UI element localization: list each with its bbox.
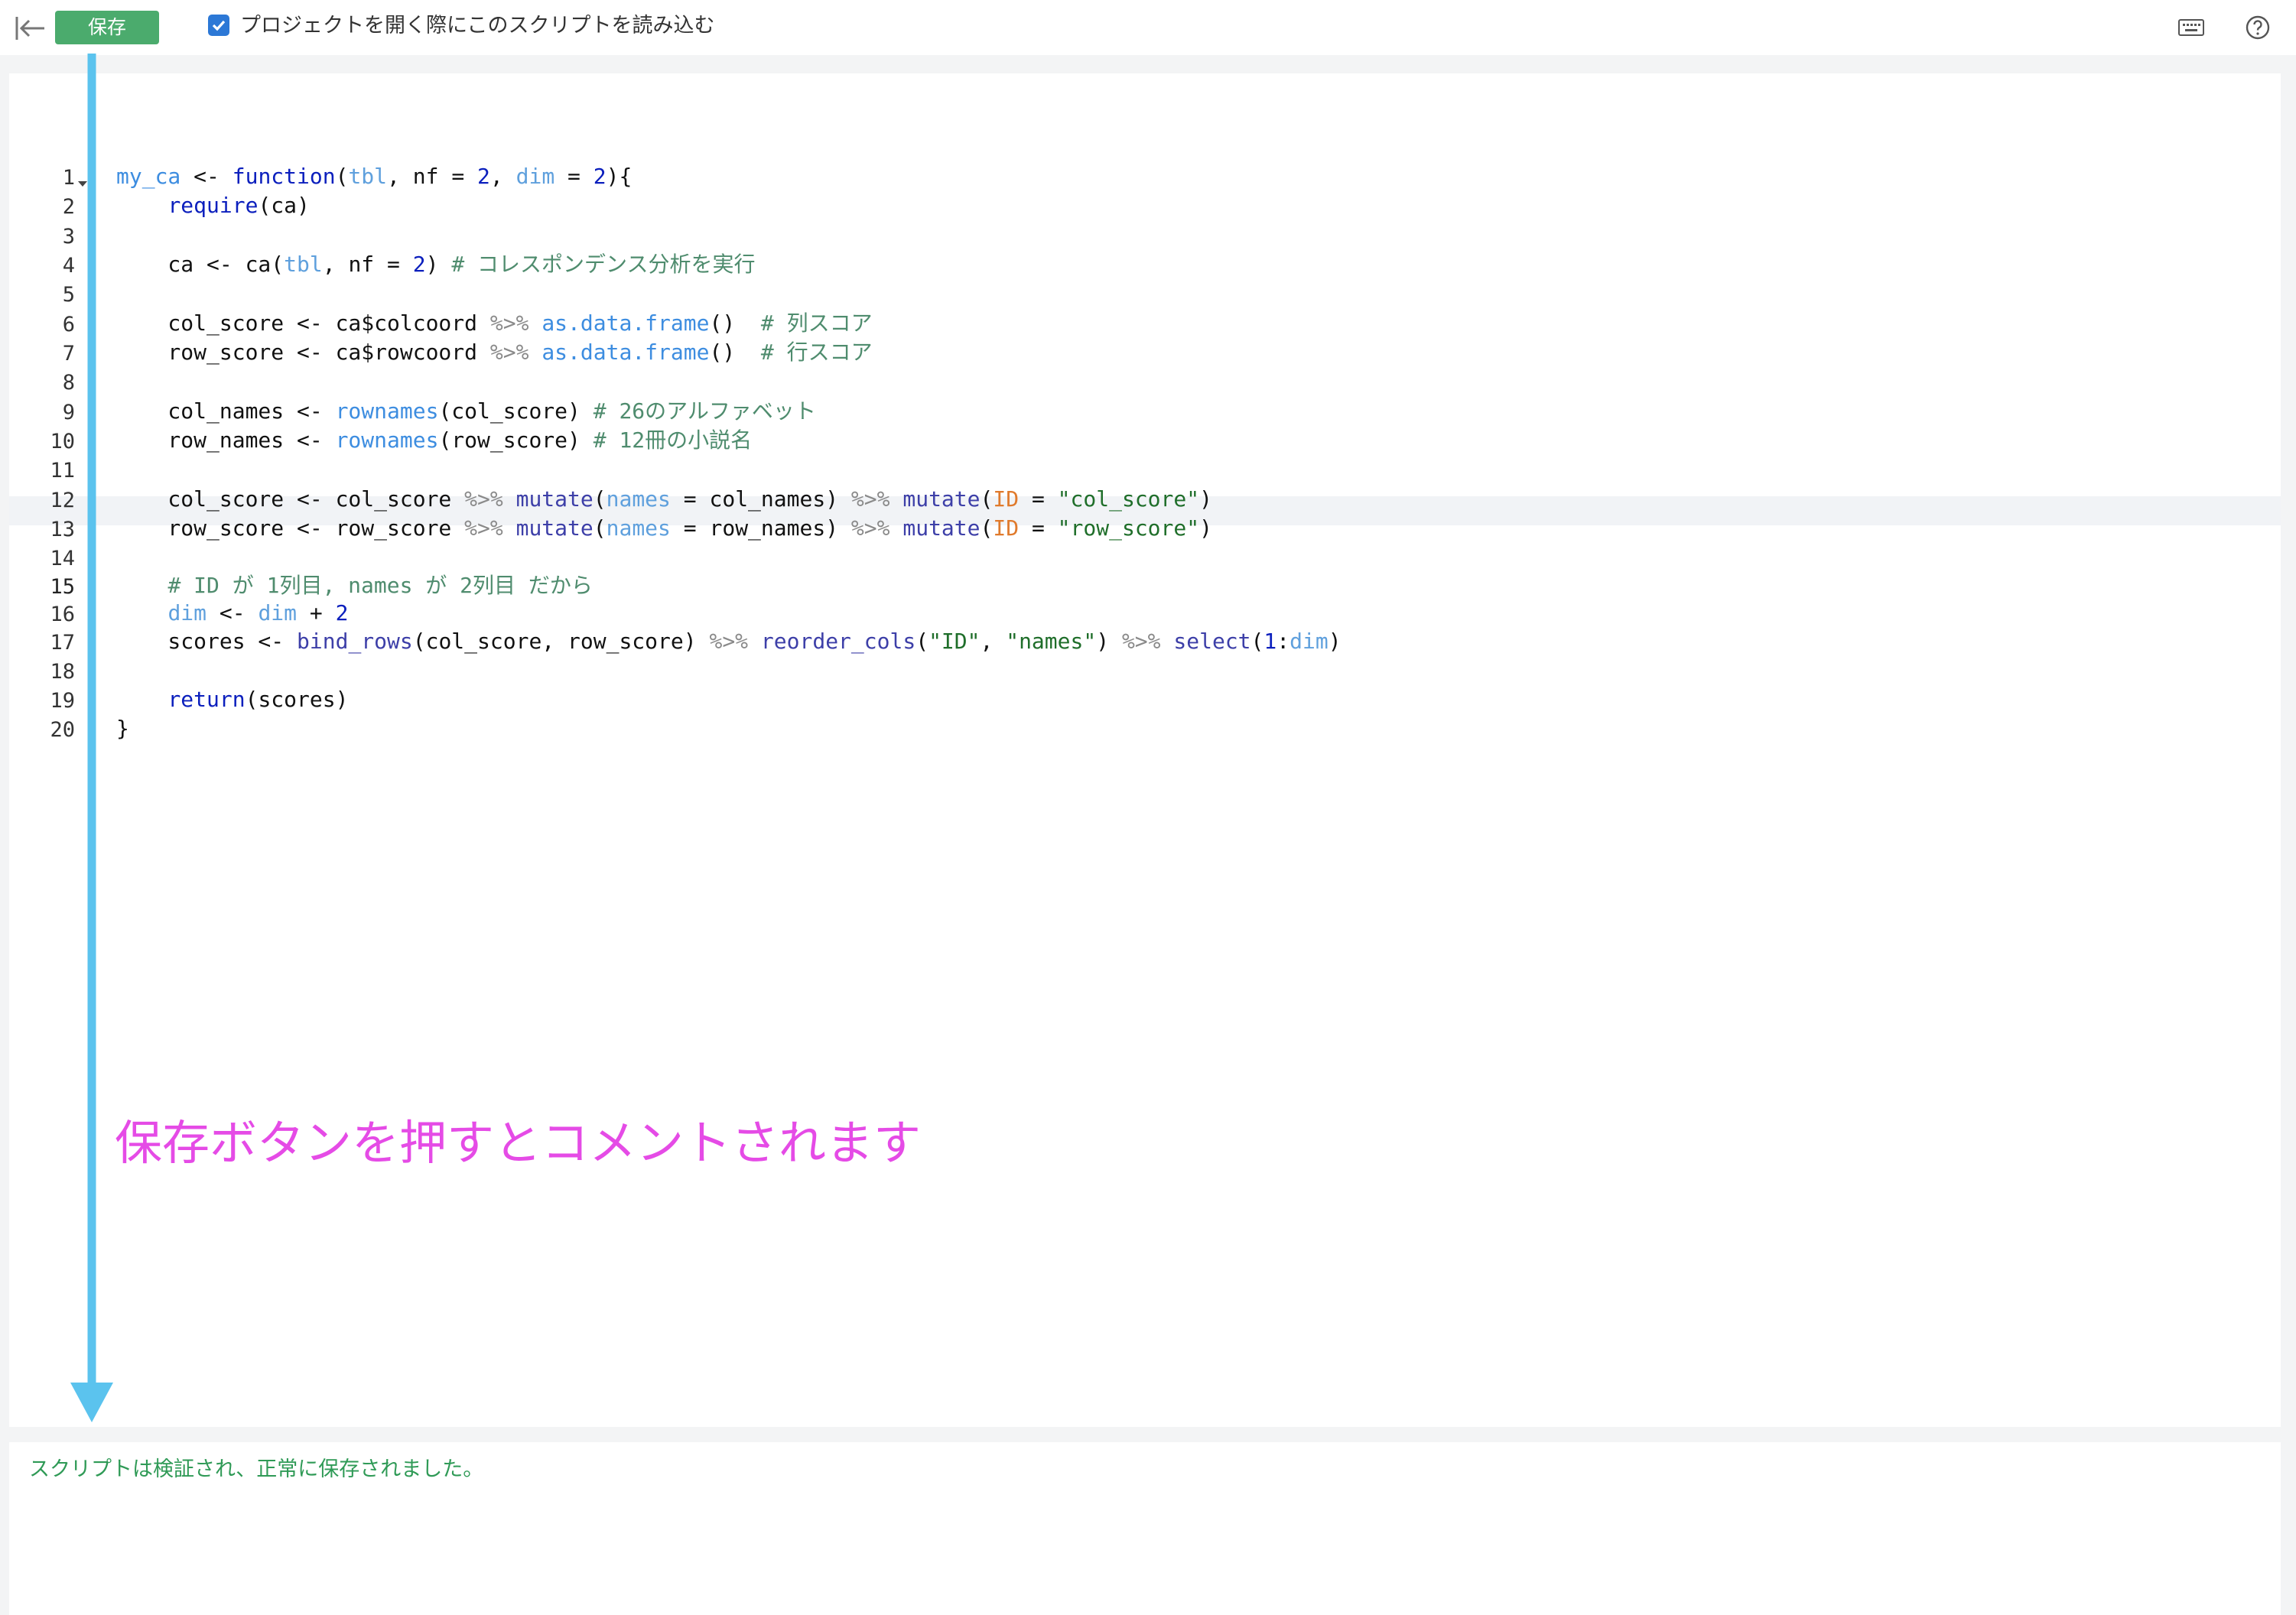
autoload-label[interactable]: プロジェクトを開く際にこのスクリプトを読み込む	[240, 12, 714, 40]
code-line[interactable]: require(ca)	[116, 191, 309, 220]
fold-arrow-icon[interactable]	[78, 181, 87, 187]
code-line[interactable]: return(scores)	[116, 685, 348, 714]
code-line[interactable]: col_score <- ca$colcoord %>% as.data.fra…	[116, 309, 872, 338]
save-button[interactable]: 保存	[55, 11, 159, 44]
line-number: 2	[62, 195, 75, 219]
line-number: 4	[62, 254, 75, 278]
code-line[interactable]: row_score <- row_score %>% mutate(names …	[116, 514, 1212, 543]
line-number: 14	[50, 547, 75, 570]
line-number: 13	[50, 518, 75, 541]
help-icon[interactable]	[2244, 14, 2272, 41]
annotation-text: 保存ボタンを押すとコメントされます	[115, 1115, 922, 1171]
autoload-checkbox[interactable]	[208, 15, 229, 36]
code-line[interactable]: col_score <- col_score %>% mutate(names …	[116, 485, 1212, 514]
line-number: 11	[50, 459, 75, 483]
line-number: 18	[50, 660, 75, 684]
console-panel: スクリプトは検証され、正常に保存されました。	[9, 1442, 2281, 1615]
code-line[interactable]: # ID が 1列目, names が 2列目 だから	[116, 571, 592, 600]
toolbar: 保存 プロジェクトを開く際にこのスクリプトを読み込む	[0, 0, 2296, 55]
keyboard-icon[interactable]	[2177, 17, 2205, 38]
code-line[interactable]: scores <- bind_rows(col_score, row_score…	[116, 627, 1341, 656]
line-number: 12	[50, 489, 75, 512]
line-number: 19	[50, 689, 75, 713]
code-line[interactable]: ca <- ca(tbl, nf = 2) # コレスポンデンス分析を実行	[116, 250, 755, 279]
status-message: スクリプトは検証され、正常に保存されました。	[29, 1457, 484, 1481]
code-line[interactable]: row_names <- rownames(row_score) # 12冊の小…	[116, 426, 752, 455]
line-number: 1	[62, 166, 75, 190]
line-number: 3	[62, 225, 75, 249]
collapse-left-icon[interactable]	[12, 12, 49, 44]
line-number: 17	[50, 631, 75, 655]
line-number: 7	[62, 342, 75, 366]
line-number: 10	[50, 430, 75, 453]
code-line[interactable]: row_score <- ca$rowcoord %>% as.data.fra…	[116, 338, 872, 367]
line-number: 15	[50, 575, 75, 599]
code-line[interactable]: }	[116, 714, 129, 743]
line-number: 5	[62, 283, 75, 307]
line-number: 16	[50, 603, 75, 626]
code-line[interactable]: dim <- dim + 2	[116, 599, 348, 628]
code-editor[interactable]: 1 2 3 4 5 6 7 8 9 10 11 12 13 14 15 16 17 18 19 20 my_ca <-…	[9, 73, 2281, 1427]
code-line[interactable]: my_ca <- function(tbl, nf = 2, dim = 2){	[116, 162, 632, 191]
code-line[interactable]: col_names <- rownames(col_score) # 26のアル…	[116, 397, 815, 426]
line-number: 9	[62, 401, 75, 424]
line-number: 6	[62, 313, 75, 336]
line-number: 8	[62, 371, 75, 395]
line-number: 20	[50, 718, 75, 742]
